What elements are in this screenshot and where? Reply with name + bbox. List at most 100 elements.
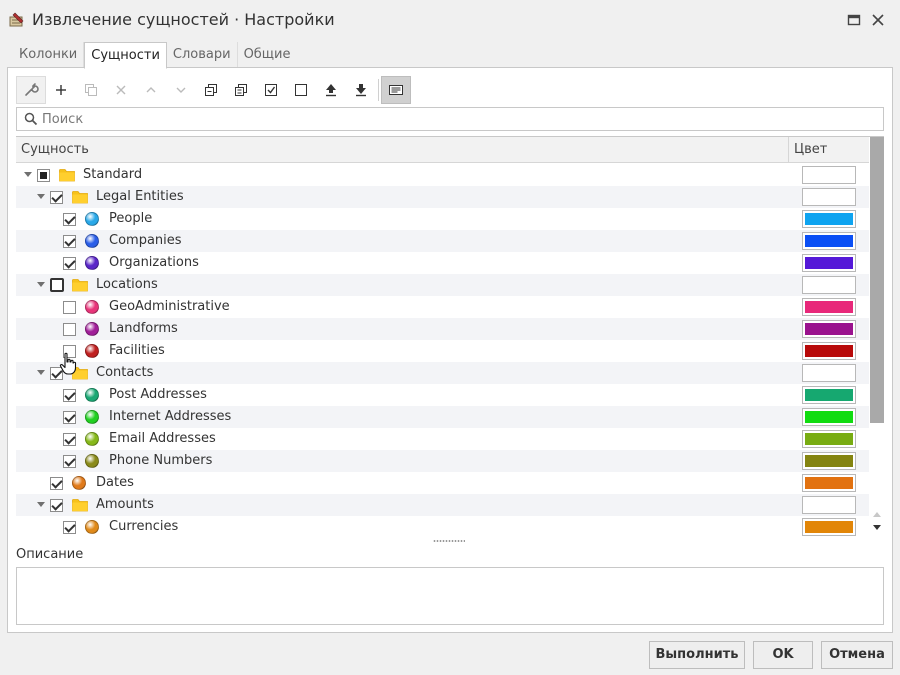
row-checkbox[interactable] — [63, 345, 76, 358]
color-swatch[interactable] — [802, 474, 856, 492]
color-swatch[interactable] — [802, 342, 856, 360]
color-swatch-fill — [805, 389, 853, 401]
tree-row[interactable]: Post Addresses — [16, 384, 869, 406]
row-checkbox[interactable] — [50, 499, 63, 512]
tree-row[interactable]: Companies — [16, 230, 869, 252]
row-checkbox[interactable] — [50, 367, 63, 380]
column-header-entity[interactable]: Сущность — [21, 142, 89, 157]
row-checkbox[interactable] — [50, 477, 63, 490]
expand-arrow-icon[interactable] — [37, 370, 45, 375]
row-checkbox[interactable] — [63, 301, 76, 314]
entity-label: Facilities — [109, 343, 165, 358]
view-mode-button[interactable] — [381, 76, 411, 104]
tree-row[interactable]: Dates — [16, 472, 869, 494]
entities-panel: Сущность Цвет Standard Legal Entities Peop… — [7, 67, 893, 633]
tab-entities[interactable]: Сущности — [84, 42, 167, 69]
row-checkbox[interactable] — [50, 191, 63, 204]
tree-row[interactable]: Facilities — [16, 340, 869, 362]
run-button[interactable]: Выполнить — [649, 641, 745, 669]
tree-row[interactable]: Legal Entities — [16, 186, 869, 208]
color-swatch[interactable] — [802, 320, 856, 338]
tree-row[interactable]: GeoAdministrative — [16, 296, 869, 318]
color-swatch[interactable] — [802, 430, 856, 448]
entity-label: GeoAdministrative — [109, 299, 230, 314]
tree-row[interactable]: Locations — [16, 274, 869, 296]
tree-row[interactable]: Organizations — [16, 252, 869, 274]
entity-icon — [85, 322, 99, 336]
expand-all-button[interactable] — [196, 76, 226, 104]
color-swatch[interactable] — [802, 276, 856, 294]
export-icon — [356, 84, 366, 97]
add-button[interactable] — [46, 76, 76, 104]
export-button[interactable] — [346, 76, 376, 104]
tree-row[interactable]: Internet Addresses — [16, 406, 869, 428]
color-swatch[interactable] — [802, 518, 856, 536]
copy-button[interactable] — [76, 76, 106, 104]
row-checkbox[interactable] — [63, 521, 76, 534]
row-checkbox[interactable] — [50, 278, 64, 292]
tree-row[interactable]: Amounts — [16, 494, 869, 516]
row-checkbox[interactable] — [63, 323, 76, 336]
color-swatch[interactable] — [802, 452, 856, 470]
tab-general[interactable]: Общие — [238, 42, 297, 68]
tab-columns[interactable]: Колонки — [13, 42, 85, 68]
color-swatch-fill — [805, 477, 853, 489]
move-up-button[interactable] — [136, 76, 166, 104]
column-header-color[interactable]: Цвет — [794, 142, 827, 157]
color-swatch[interactable] — [802, 386, 856, 404]
maximize-icon[interactable] — [846, 12, 862, 28]
row-checkbox[interactable] — [63, 455, 76, 468]
row-checkbox[interactable] — [63, 433, 76, 446]
color-swatch-fill — [805, 323, 853, 335]
cancel-button[interactable]: Отмена — [821, 641, 893, 669]
color-swatch-fill — [805, 169, 853, 181]
color-swatch[interactable] — [802, 210, 856, 228]
row-checkbox[interactable] — [63, 411, 76, 424]
expand-arrow-icon[interactable] — [24, 172, 32, 177]
tree-row[interactable]: Currencies — [16, 516, 869, 536]
import-button[interactable] — [316, 76, 346, 104]
settings-button[interactable] — [16, 76, 46, 104]
expand-arrow-icon[interactable] — [37, 194, 45, 199]
color-swatch[interactable] — [802, 166, 856, 184]
description-field[interactable] — [16, 567, 884, 625]
move-down-button[interactable] — [166, 76, 196, 104]
splitter-handle[interactable] — [433, 540, 465, 542]
color-swatch[interactable] — [802, 232, 856, 250]
row-checkbox[interactable] — [63, 213, 76, 226]
tree-row[interactable]: Phone Numbers — [16, 450, 869, 472]
close-icon[interactable] — [870, 12, 886, 28]
color-swatch[interactable] — [802, 254, 856, 272]
scroll-down-icon[interactable] — [873, 525, 881, 530]
tab-dictionaries[interactable]: Словари — [167, 42, 238, 68]
scrollbar-thumb[interactable] — [870, 137, 884, 423]
delete-button[interactable] — [106, 76, 136, 104]
color-swatch[interactable] — [802, 496, 856, 514]
collapse-all-button[interactable] — [226, 76, 256, 104]
tree-row[interactable]: Landforms — [16, 318, 869, 340]
expand-arrow-icon[interactable] — [37, 502, 45, 507]
color-swatch[interactable] — [802, 298, 856, 316]
tree-row[interactable]: Contacts — [16, 362, 869, 384]
ok-button[interactable]: OK — [753, 641, 813, 669]
color-swatch[interactable] — [802, 408, 856, 426]
check-all-button[interactable] — [256, 76, 286, 104]
entity-label: Currencies — [109, 519, 179, 534]
tree-row[interactable]: Email Addresses — [16, 428, 869, 450]
tree-row[interactable]: Standard — [16, 164, 869, 186]
row-checkbox[interactable] — [37, 169, 50, 182]
color-swatch[interactable] — [802, 364, 856, 382]
scroll-up-icon[interactable] — [873, 512, 881, 517]
row-checkbox[interactable] — [63, 257, 76, 270]
color-swatch-fill — [805, 367, 853, 379]
row-checkbox[interactable] — [63, 389, 76, 402]
vertical-scrollbar[interactable] — [870, 137, 884, 536]
expand-arrow-icon[interactable] — [37, 282, 45, 287]
grid-header: Сущность Цвет — [16, 137, 869, 163]
search-input[interactable] — [42, 108, 872, 130]
color-swatch[interactable] — [802, 188, 856, 206]
tree-row[interactable]: People — [16, 208, 869, 230]
row-checkbox[interactable] — [63, 235, 76, 248]
uncheck-all-button[interactable] — [286, 76, 316, 104]
column-divider[interactable] — [788, 137, 789, 163]
